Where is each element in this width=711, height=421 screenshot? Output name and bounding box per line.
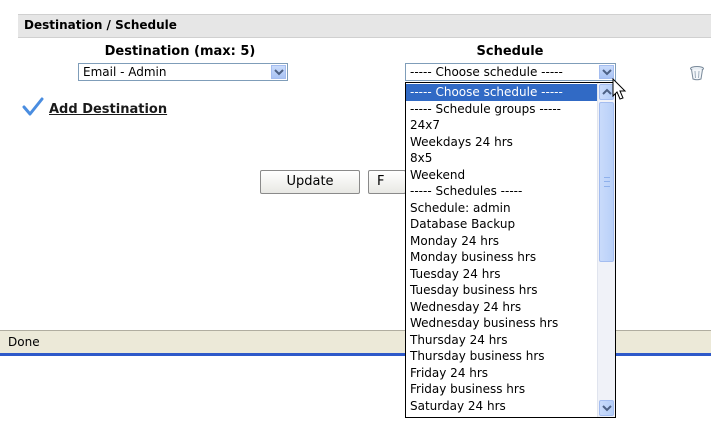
mouse-pointer-icon [612,77,628,105]
schedule-option[interactable]: ----- Schedules ----- [406,183,599,200]
schedule-option[interactable]: Database Backup [406,216,599,233]
chevron-down-icon[interactable] [599,65,614,79]
schedule-column-header: Schedule [476,44,544,59]
add-destination-label[interactable]: Add Destination [49,102,167,117]
schedule-option[interactable]: Tuesday 24 hrs [406,266,599,283]
schedule-option[interactable]: Monday 24 hrs [406,233,599,250]
schedule-option[interactable]: Friday business hrs [406,381,599,398]
schedule-option[interactable]: Wednesday 24 hrs [406,299,599,316]
section-header: Destination / Schedule [18,14,711,38]
schedule-option[interactable]: Wednesday business hrs [406,315,599,332]
schedule-option[interactable]: Saturday 24 hrs [406,398,599,415]
schedule-option[interactable]: Thursday 24 hrs [406,332,599,349]
secondary-button[interactable]: F [368,170,406,194]
status-text: Done [8,335,40,349]
schedule-option[interactable]: Friday 24 hrs [406,365,599,382]
schedule-option[interactable]: Monday business hrs [406,249,599,266]
scrollbar-thumb[interactable] [599,102,614,262]
destination-select[interactable]: Email - Admin [78,63,288,81]
destination-column-header: Destination (max: 5) [104,44,256,59]
schedule-option[interactable]: ----- Choose schedule ----- [406,84,599,101]
destination-select-value: Email - Admin [83,65,167,79]
section-title: Destination / Schedule [24,18,177,32]
schedule-dropdown-list[interactable]: ----- Choose schedule ----- ----- Schedul… [405,82,616,418]
schedule-option[interactable]: 24x7 [406,117,599,134]
schedule-option[interactable]: Weekend [406,167,599,184]
schedule-options: ----- Choose schedule ----- ----- Schedul… [406,84,599,414]
schedule-select[interactable]: ----- Choose schedule ----- [405,63,616,81]
update-button[interactable]: Update [260,170,360,194]
schedule-option[interactable]: Tuesday business hrs [406,282,599,299]
chevron-down-icon[interactable] [599,400,614,416]
schedule-option[interactable]: Weekdays 24 hrs [406,134,599,151]
schedule-option[interactable]: Thursday business hrs [406,348,599,365]
schedule-option[interactable]: Schedule: admin [406,200,599,217]
trash-icon[interactable] [689,65,705,81]
schedule-select-value: ----- Choose schedule ----- [410,65,563,79]
schedule-option[interactable]: 8x5 [406,150,599,167]
chevron-down-icon[interactable] [271,65,286,79]
checkmark-icon [22,96,44,121]
schedule-option[interactable]: ----- Schedule groups ----- [406,101,599,118]
dropdown-scrollbar[interactable] [597,83,615,417]
